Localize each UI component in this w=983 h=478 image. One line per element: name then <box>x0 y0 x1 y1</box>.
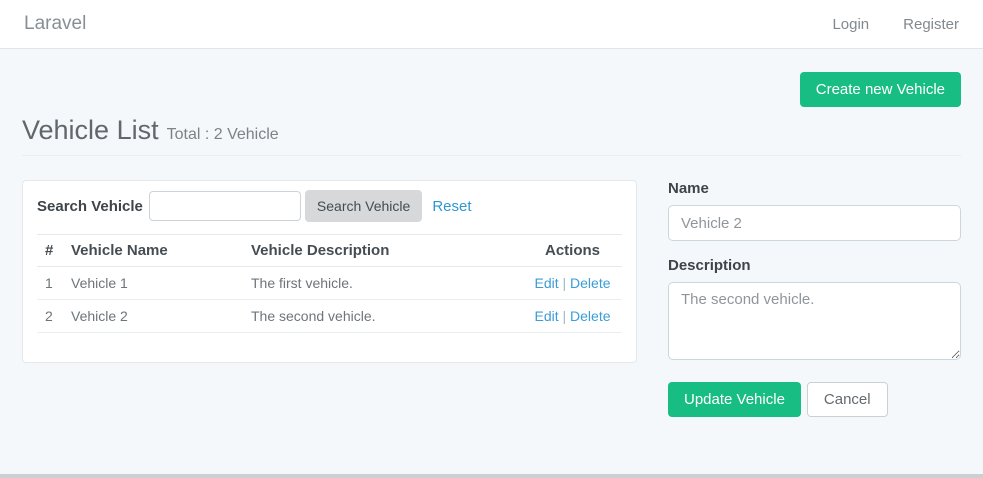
page-content: Create new Vehicle Vehicle List Total : … <box>0 72 983 417</box>
edit-link[interactable]: Edit <box>534 308 558 324</box>
navbar: Laravel Login Register <box>0 0 983 49</box>
name-field[interactable] <box>668 205 961 241</box>
create-button-row: Create new Vehicle <box>22 72 961 107</box>
edit-vehicle-form: Name Description The second vehicle. Upd… <box>668 180 961 417</box>
vehicle-name: Vehicle 1 <box>63 267 243 300</box>
action-separator: | <box>563 275 567 291</box>
cancel-button[interactable]: Cancel <box>807 382 888 417</box>
column-header-number: # <box>37 235 63 267</box>
column-header-actions: Actions <box>523 235 622 267</box>
vehicle-description: The first vehicle. <box>243 267 523 300</box>
table-row: 1 Vehicle 1 The first vehicle. Edit | De… <box>37 267 622 300</box>
row-number: 2 <box>37 300 63 333</box>
create-vehicle-button[interactable]: Create new Vehicle <box>800 72 961 107</box>
page-title: Vehicle List <box>22 115 159 146</box>
description-group: Description The second vehicle. <box>668 257 961 365</box>
vehicle-table: # Vehicle Name Vehicle Description Actio… <box>37 234 622 333</box>
row-actions: Edit | Delete <box>523 267 622 300</box>
main-row: Search Vehicle Search Vehicle Reset # Ve… <box>22 180 961 417</box>
nav-link-register[interactable]: Register <box>903 16 959 33</box>
delete-link[interactable]: Delete <box>570 275 610 291</box>
table-row: 2 Vehicle 2 The second vehicle. Edit | D… <box>37 300 622 333</box>
description-label: Description <box>668 257 961 274</box>
reset-link[interactable]: Reset <box>432 198 471 215</box>
nav-link-login[interactable]: Login <box>832 16 869 33</box>
delete-link[interactable]: Delete <box>570 308 610 324</box>
search-input[interactable] <box>149 191 301 221</box>
table-header-row: # Vehicle Name Vehicle Description Actio… <box>37 235 622 267</box>
search-button[interactable]: Search Vehicle <box>305 190 422 222</box>
column-header-description: Vehicle Description <box>243 235 523 267</box>
brand-logo[interactable]: Laravel <box>24 13 86 35</box>
window-bottom-edge <box>0 474 983 478</box>
form-buttons: Update Vehicle Cancel <box>668 382 961 417</box>
total-count-label: Total : 2 Vehicle <box>167 126 279 144</box>
description-field[interactable]: The second vehicle. <box>668 282 961 360</box>
edit-link[interactable]: Edit <box>534 275 558 291</box>
row-actions: Edit | Delete <box>523 300 622 333</box>
name-label: Name <box>668 180 961 197</box>
update-vehicle-button[interactable]: Update Vehicle <box>668 382 801 417</box>
vehicle-name: Vehicle 2 <box>63 300 243 333</box>
page-heading: Vehicle List Total : 2 Vehicle <box>22 115 961 146</box>
search-label: Search Vehicle <box>37 198 143 215</box>
heading-divider <box>22 155 961 156</box>
action-separator: | <box>563 308 567 324</box>
column-header-name: Vehicle Name <box>63 235 243 267</box>
navbar-links: Login Register <box>832 16 959 33</box>
vehicle-description: The second vehicle. <box>243 300 523 333</box>
row-number: 1 <box>37 267 63 300</box>
search-bar: Search Vehicle Search Vehicle Reset <box>37 190 622 222</box>
vehicle-list-card: Search Vehicle Search Vehicle Reset # Ve… <box>22 180 637 363</box>
